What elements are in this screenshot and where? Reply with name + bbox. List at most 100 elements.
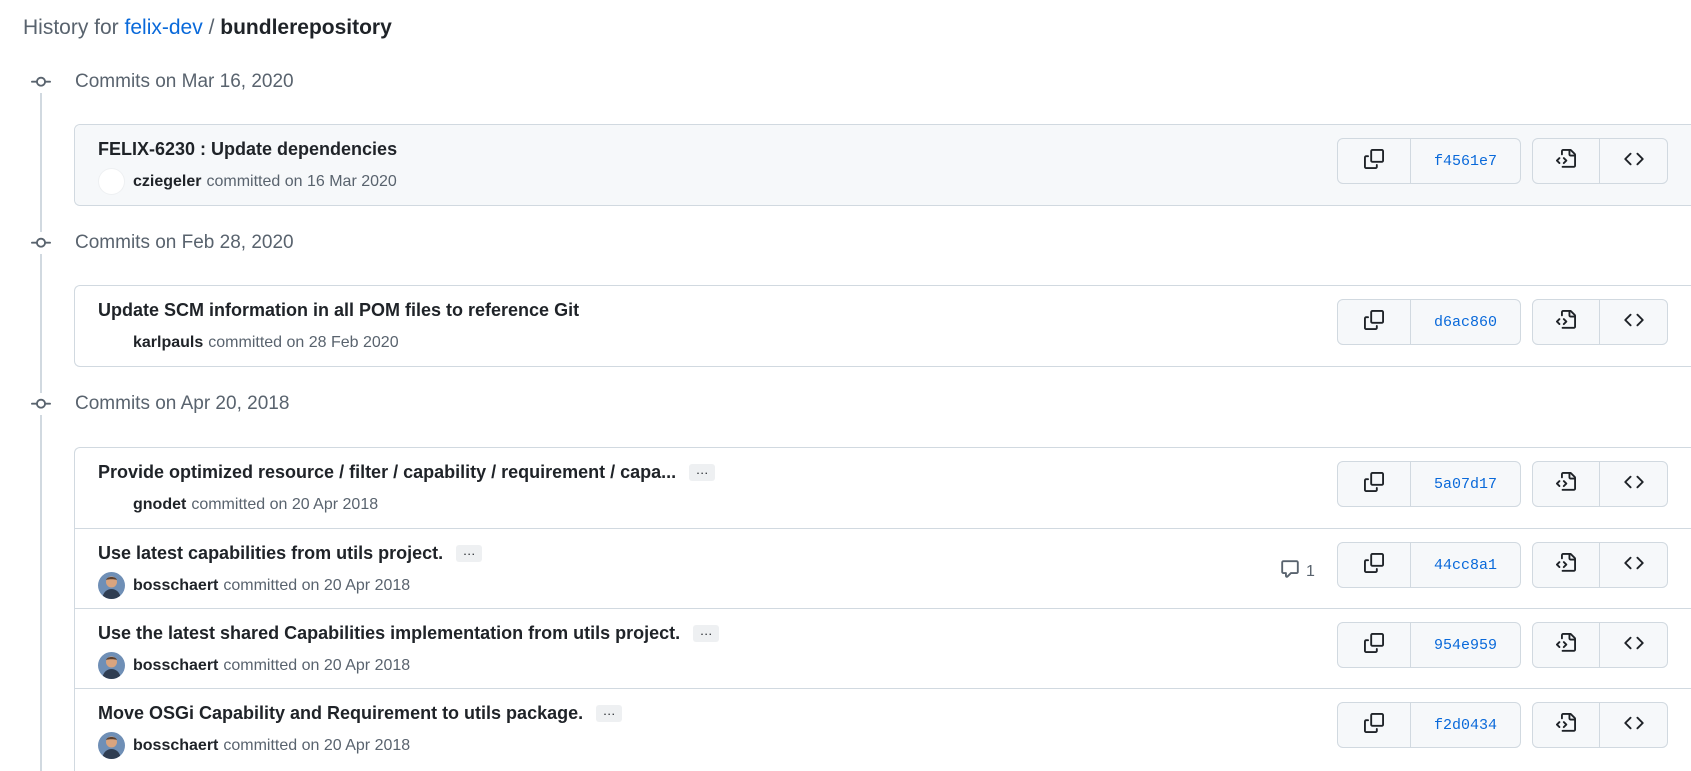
sha-button-group: 5a07d17 (1337, 461, 1521, 507)
browse-files-button[interactable] (1533, 139, 1600, 183)
expand-message-button[interactable]: … (689, 463, 716, 481)
browse-button-group (1532, 702, 1668, 748)
copy-icon (1364, 148, 1384, 174)
expand-message-button[interactable]: … (456, 544, 483, 562)
title-separator: / (208, 16, 215, 39)
commit-row: FELIX-6230 : Update dependencies cziegel… (75, 125, 1691, 205)
commit-sha-link[interactable]: f2d0434 (1411, 703, 1520, 747)
browse-code-button[interactable] (1600, 703, 1667, 747)
copy-sha-button[interactable] (1338, 462, 1411, 506)
git-commit-icon (30, 71, 52, 93)
avatar[interactable] (98, 652, 125, 679)
sha-button-group: d6ac860 (1337, 299, 1521, 345)
comment-icon (1280, 559, 1300, 584)
commit-meta: bosschaert committed on 20 Apr 2018 (98, 732, 410, 759)
avatar[interactable] (98, 168, 125, 195)
browse-button-group (1532, 138, 1668, 184)
timeline-line (40, 74, 42, 771)
commit-title-link[interactable]: Update SCM information in all POM files … (98, 300, 579, 321)
git-commit-icon (30, 232, 52, 254)
commit-group: Update SCM information in all POM files … (74, 285, 1691, 367)
commit-date: committed on 20 Apr 2018 (223, 576, 411, 594)
avatar[interactable] (98, 491, 125, 518)
author-link[interactable]: bosschaert (133, 657, 218, 675)
commit-row: Move OSGi Capability and Requirement to … (75, 688, 1691, 768)
file-code-icon (1556, 632, 1576, 658)
commit-sha-link[interactable]: 954e959 (1411, 623, 1520, 667)
page-title: History for felix-dev / bundlerepository (23, 16, 392, 40)
day-header: Commits on Feb 28, 2020 (30, 229, 294, 257)
commit-group: Provide optimized resource / filter / ca… (74, 447, 1691, 771)
comments-link[interactable]: 1 (1280, 559, 1315, 584)
commit-sha-link[interactable]: 44cc8a1 (1411, 543, 1520, 587)
browse-files-button[interactable] (1533, 703, 1600, 747)
commit-sha-link[interactable]: d6ac860 (1411, 300, 1520, 344)
code-icon (1623, 472, 1644, 497)
day-header: Commits on Mar 16, 2020 (30, 68, 294, 96)
author-link[interactable]: cziegeler (133, 173, 201, 191)
commit-date: committed on 16 Mar 2020 (206, 172, 397, 190)
browse-code-button[interactable] (1600, 623, 1667, 667)
sha-button-group: 44cc8a1 (1337, 542, 1521, 588)
author-link[interactable]: gnodet (133, 496, 186, 514)
browse-button-group (1532, 461, 1668, 507)
commit-meta: bosschaert committed on 20 Apr 2018 (98, 572, 410, 599)
browse-button-group (1532, 542, 1668, 588)
author-link[interactable]: bosschaert (133, 737, 218, 755)
day-label: Commits on Feb 28, 2020 (75, 232, 294, 253)
day-label: Commits on Apr 20, 2018 (75, 393, 290, 414)
code-icon (1623, 713, 1644, 738)
file-code-icon (1556, 552, 1576, 578)
browse-files-button[interactable] (1533, 543, 1600, 587)
repo-owner-link[interactable]: felix-dev (125, 16, 203, 39)
copy-sha-button[interactable] (1338, 623, 1411, 667)
file-code-icon (1556, 712, 1576, 738)
commit-title-link[interactable]: Move OSGi Capability and Requirement to … (98, 703, 583, 724)
browse-button-group (1532, 622, 1668, 668)
commit-message: Use the latest shared Capabilities imple… (98, 623, 720, 644)
repo-name: bundlerepository (220, 16, 392, 39)
author-link[interactable]: bosschaert (133, 577, 218, 595)
avatar[interactable] (98, 572, 125, 599)
avatar[interactable] (98, 329, 125, 356)
copy-icon (1364, 471, 1384, 497)
author-link[interactable]: karlpauls (133, 334, 203, 352)
file-code-icon (1556, 309, 1576, 335)
commit-meta: cziegeler committed on 16 Mar 2020 (98, 168, 397, 195)
commit-title-link[interactable]: FELIX-6230 : Update dependencies (98, 139, 397, 160)
browse-code-button[interactable] (1600, 300, 1667, 344)
copy-sha-button[interactable] (1338, 139, 1411, 183)
browse-code-button[interactable] (1600, 139, 1667, 183)
copy-sha-button[interactable] (1338, 703, 1411, 747)
commit-date: committed on 20 Apr 2018 (223, 736, 411, 754)
commit-sha-link[interactable]: 5a07d17 (1411, 462, 1520, 506)
copy-icon (1364, 552, 1384, 578)
commit-date: committed on 20 Apr 2018 (223, 656, 411, 674)
copy-sha-button[interactable] (1338, 300, 1411, 344)
copy-sha-button[interactable] (1338, 543, 1411, 587)
code-icon (1623, 633, 1644, 658)
commit-title-link[interactable]: Use the latest shared Capabilities imple… (98, 623, 680, 644)
commit-row: Provide optimized resource / filter / ca… (75, 448, 1691, 528)
sha-button-group: 954e959 (1337, 622, 1521, 668)
commit-title-link[interactable]: Provide optimized resource / filter / ca… (98, 462, 676, 483)
expand-message-button[interactable]: … (596, 704, 623, 722)
browse-code-button[interactable] (1600, 543, 1667, 587)
expand-message-button[interactable]: … (693, 624, 720, 642)
commit-sha-link[interactable]: f4561e7 (1411, 139, 1520, 183)
code-icon (1623, 149, 1644, 174)
copy-icon (1364, 309, 1384, 335)
file-code-icon (1556, 148, 1576, 174)
code-icon (1623, 553, 1644, 578)
git-commit-icon (30, 393, 52, 415)
commit-group: FELIX-6230 : Update dependencies cziegel… (74, 124, 1691, 206)
title-prefix: History for (23, 16, 119, 39)
browse-files-button[interactable] (1533, 300, 1600, 344)
avatar[interactable] (98, 732, 125, 759)
browse-files-button[interactable] (1533, 462, 1600, 506)
browse-code-button[interactable] (1600, 462, 1667, 506)
browse-files-button[interactable] (1533, 623, 1600, 667)
commit-meta: karlpauls committed on 28 Feb 2020 (98, 329, 399, 356)
commit-meta: gnodet committed on 20 Apr 2018 (98, 491, 378, 518)
commit-title-link[interactable]: Use latest capabilities from utils proje… (98, 543, 443, 564)
